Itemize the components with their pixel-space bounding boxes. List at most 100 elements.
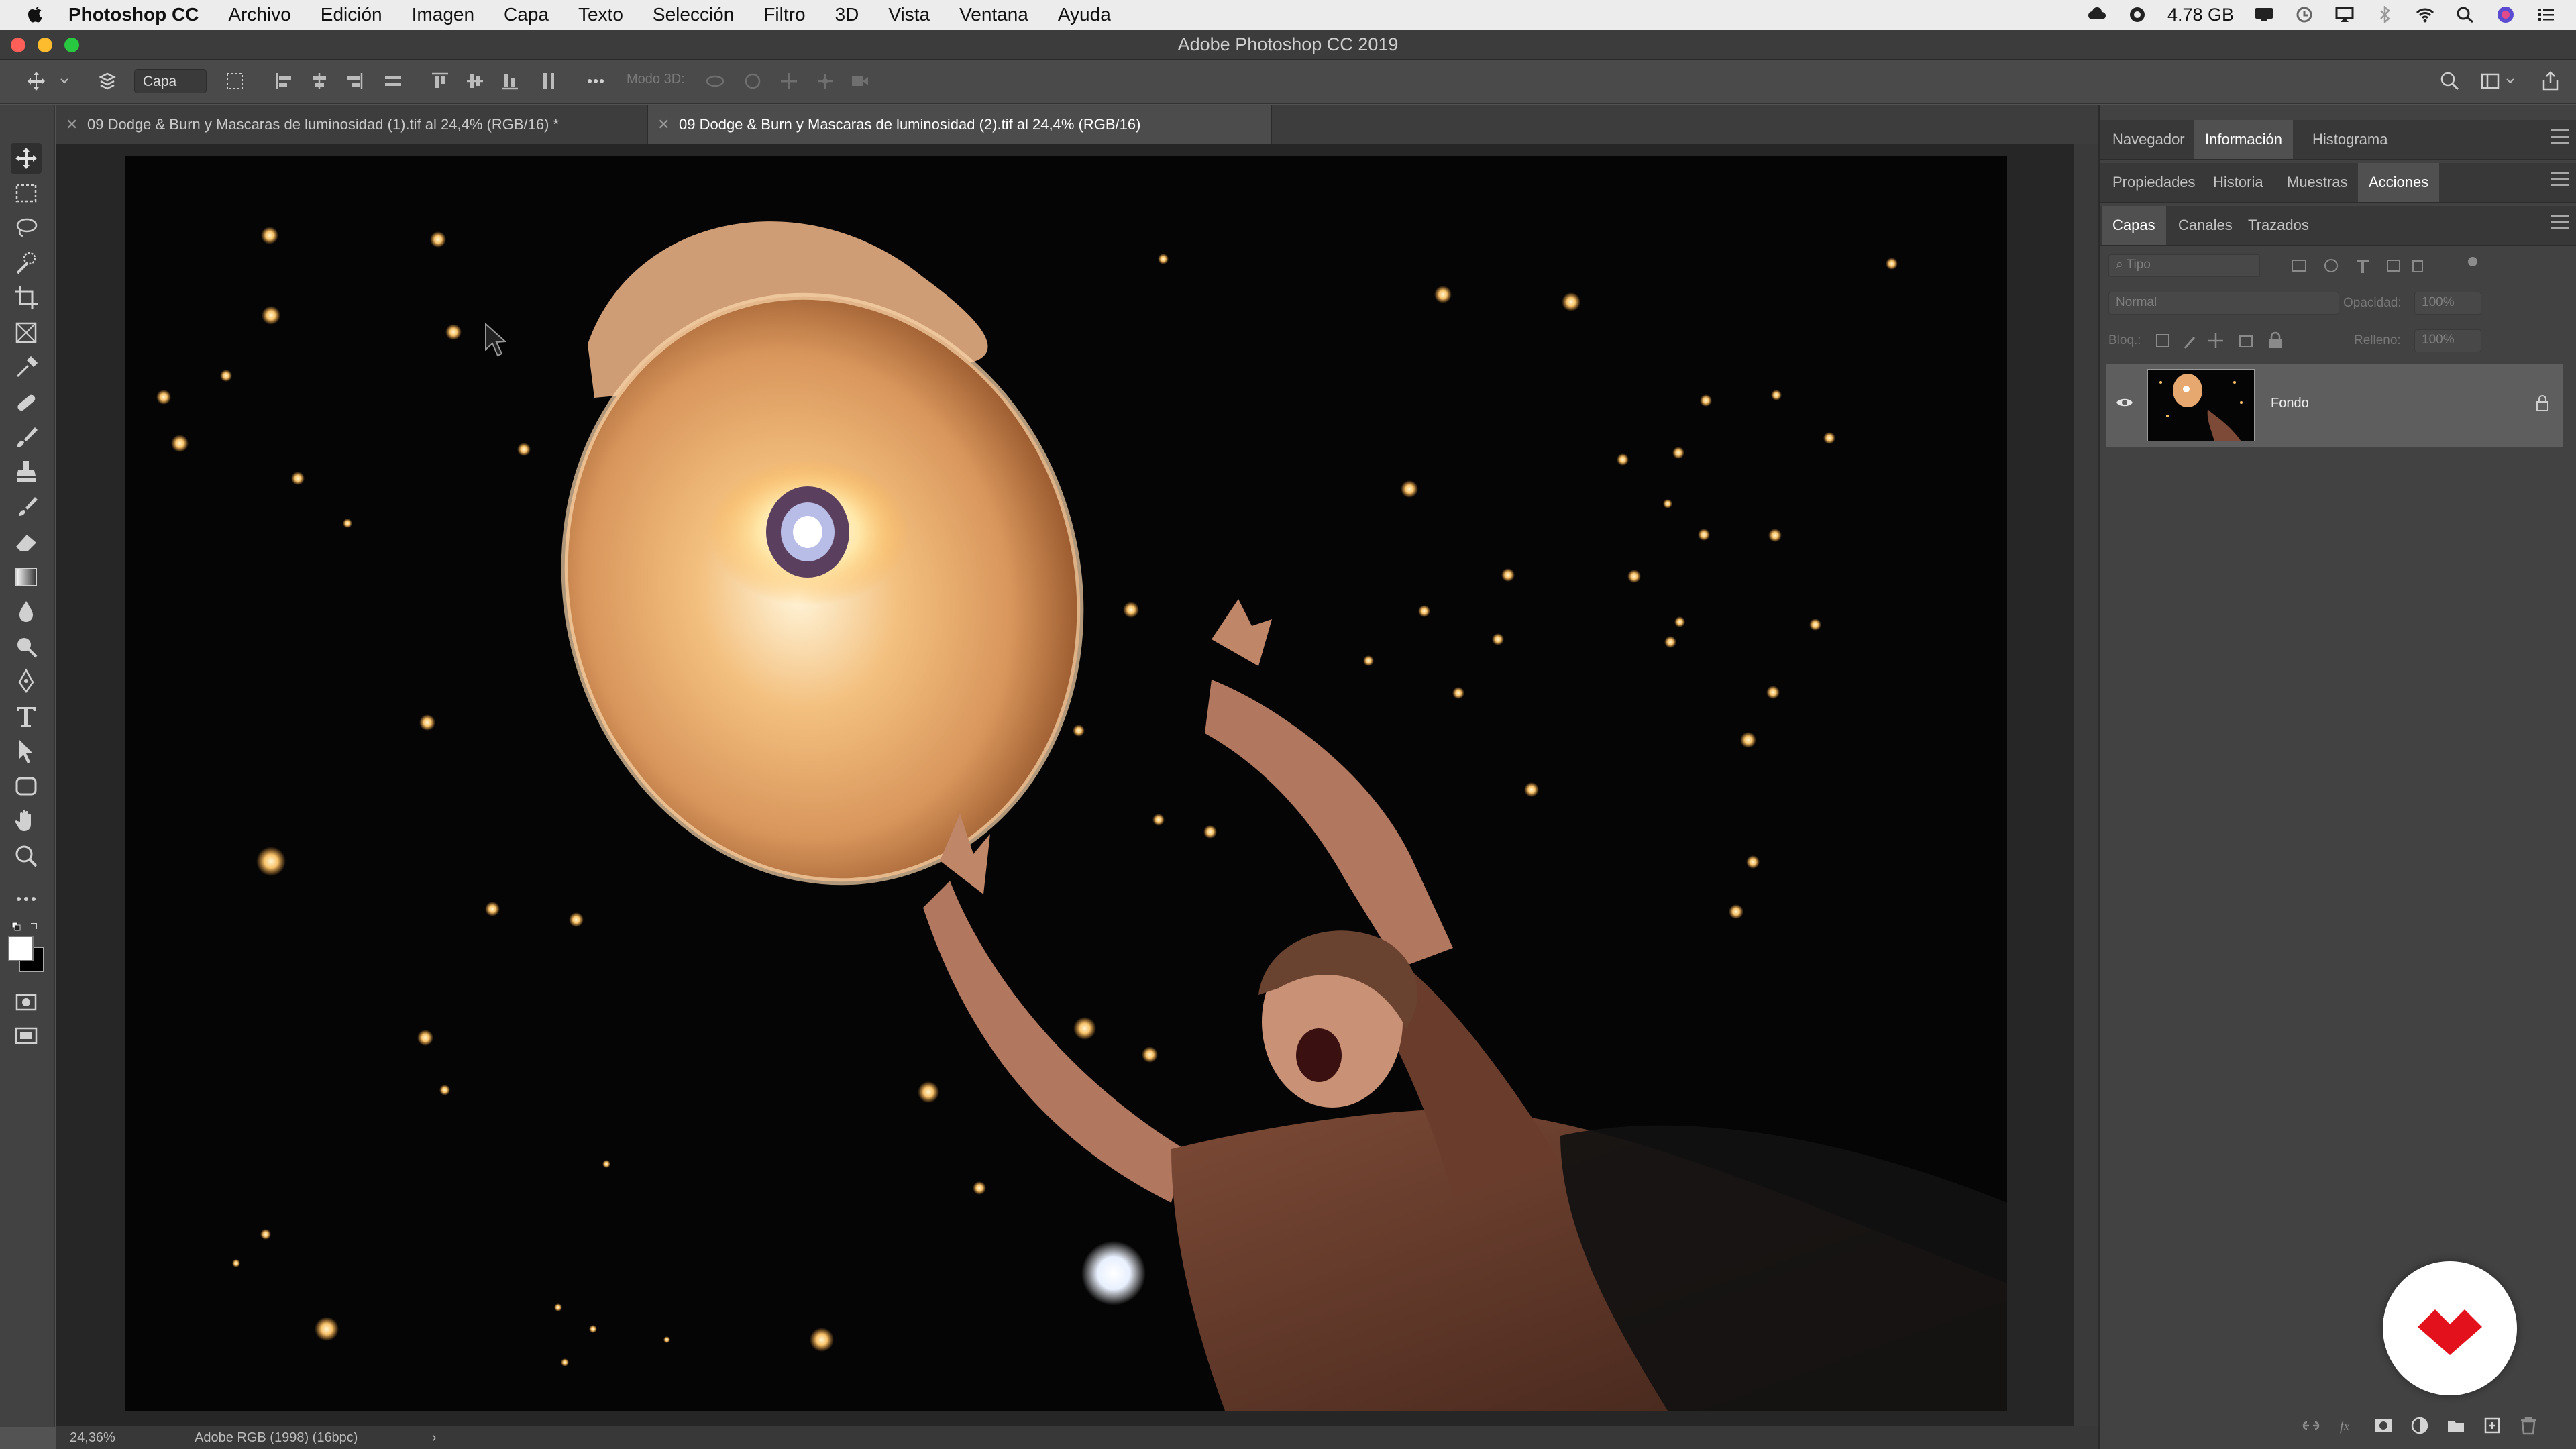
airplay-icon[interactable]: [2334, 6, 2355, 23]
align-bottom-icon[interactable]: [499, 70, 521, 92]
display-icon[interactable]: [2254, 6, 2274, 23]
align-middle-icon[interactable]: [464, 70, 486, 92]
blend-mode-select[interactable]: Normal: [2108, 292, 2339, 315]
dodge-tool[interactable]: [11, 631, 42, 662]
status-menu-arrow[interactable]: ›: [432, 1430, 437, 1446]
panel-menu-icon[interactable]: [2551, 129, 2569, 148]
fill-field[interactable]: 100%: [2414, 329, 2481, 352]
screen-mode-button[interactable]: [11, 1022, 42, 1053]
layer-name[interactable]: Fondo: [2271, 396, 2309, 411]
layer-filter-icons[interactable]: [2290, 257, 2424, 276]
align-right-icon[interactable]: [343, 70, 365, 92]
roll-3d-icon[interactable]: [742, 70, 763, 92]
align-top-icon[interactable]: [429, 70, 451, 92]
notification-center-icon[interactable]: [2536, 6, 2556, 23]
doc-tab-1[interactable]: ✕ 09 Dodge & Burn y Mascaras de luminosi…: [56, 105, 648, 144]
doc-tab-2[interactable]: ✕ 09 Dodge & Burn y Mascaras de luminosi…: [648, 105, 1272, 144]
tab-acciones[interactable]: Acciones: [2358, 163, 2440, 202]
menu-app-name[interactable]: Photoshop CC: [68, 4, 199, 25]
chevron-down-icon[interactable]: [59, 70, 70, 92]
hand-tool[interactable]: [11, 806, 42, 837]
search-icon[interactable]: [2439, 70, 2461, 92]
menu-vista[interactable]: Vista: [888, 4, 930, 25]
memory-gauge-icon[interactable]: [2127, 6, 2147, 23]
more-options-icon[interactable]: [585, 70, 606, 92]
gradient-tool[interactable]: [11, 561, 42, 592]
crop-tool[interactable]: [11, 282, 42, 313]
auto-select-dropdown[interactable]: Capa: [134, 69, 207, 93]
clone-stamp-tool[interactable]: [11, 457, 42, 488]
tab-muestras[interactable]: Muestras: [2276, 163, 2358, 202]
zoom-level[interactable]: 24,36%: [70, 1430, 115, 1446]
auto-select-layers-icon[interactable]: [97, 70, 118, 92]
link-layers-icon[interactable]: [2301, 1415, 2321, 1436]
tab-canales[interactable]: Canales: [2167, 206, 2243, 245]
rectangular-marquee-tool[interactable]: [11, 178, 42, 209]
edit-toolbar-button[interactable]: [11, 883, 42, 914]
align-left-icon[interactable]: [274, 70, 295, 92]
opacity-field[interactable]: 100%: [2414, 292, 2481, 315]
add-mask-icon[interactable]: [2373, 1415, 2394, 1436]
menu-ayuda[interactable]: Ayuda: [1058, 4, 1111, 25]
menu-texto[interactable]: Texto: [578, 4, 623, 25]
menu-edicion[interactable]: Edición: [321, 4, 382, 25]
close-tab-icon[interactable]: ✕: [657, 105, 669, 144]
trash-icon[interactable]: [2518, 1415, 2538, 1436]
spotlight-search-icon[interactable]: [2455, 6, 2475, 23]
vertical-scrollbar[interactable]: [2074, 144, 2098, 1426]
lasso-tool[interactable]: [11, 213, 42, 244]
creative-cloud-icon[interactable]: [2087, 6, 2107, 23]
menu-ventana[interactable]: Ventana: [959, 4, 1028, 25]
move-tool-preset-icon[interactable]: [25, 70, 47, 92]
time-machine-icon[interactable]: [2294, 6, 2314, 23]
blur-tool[interactable]: [11, 596, 42, 627]
menu-imagen[interactable]: Imagen: [412, 4, 474, 25]
foreground-color-swatch[interactable]: [8, 936, 34, 961]
zoom-tool[interactable]: [11, 841, 42, 871]
scale-3d-icon[interactable]: [849, 70, 871, 92]
workspace-dropdown-icon[interactable]: [2505, 70, 2516, 92]
swap-colors-button[interactable]: [11, 914, 42, 934]
tab-historia[interactable]: Historia: [2202, 163, 2274, 202]
lock-icons[interactable]: [2154, 331, 2288, 351]
adjustment-layer-icon[interactable]: [2410, 1415, 2430, 1436]
wifi-icon[interactable]: [2415, 6, 2435, 23]
eyedropper-tool[interactable]: [11, 352, 42, 383]
pan-3d-icon[interactable]: [778, 70, 800, 92]
siri-icon[interactable]: [2496, 6, 2516, 23]
tab-navegador[interactable]: Navegador: [2102, 120, 2196, 159]
new-layer-icon[interactable]: [2482, 1415, 2502, 1436]
slide-3d-icon[interactable]: [814, 70, 836, 92]
workspace-icon[interactable]: [2479, 70, 2501, 92]
bluetooth-icon[interactable]: [2375, 6, 2395, 23]
tab-histograma[interactable]: Histograma: [2302, 120, 2398, 159]
tab-informacion[interactable]: Información: [2194, 120, 2293, 159]
frame-tool[interactable]: [11, 317, 42, 348]
eye-icon[interactable]: [2115, 396, 2134, 409]
new-group-icon[interactable]: [2446, 1415, 2466, 1436]
layer-row[interactable]: Fondo: [2106, 364, 2563, 447]
history-brush-tool[interactable]: [11, 492, 42, 523]
apple-icon[interactable]: [25, 5, 46, 25]
panel-menu-icon[interactable]: [2551, 172, 2569, 191]
quick-mask-button[interactable]: [11, 987, 42, 1018]
pen-tool[interactable]: [11, 666, 42, 697]
panel-menu-icon[interactable]: [2551, 215, 2569, 234]
menu-archivo[interactable]: Archivo: [228, 4, 290, 25]
menu-filtro[interactable]: Filtro: [763, 4, 805, 25]
align-center-icon[interactable]: [309, 70, 330, 92]
menu-3d[interactable]: 3D: [835, 4, 859, 25]
share-icon[interactable]: [2540, 70, 2561, 92]
fx-icon[interactable]: fx: [2337, 1415, 2357, 1436]
move-tool[interactable]: [11, 143, 42, 174]
close-tab-icon[interactable]: ✕: [66, 105, 78, 144]
orbit-3d-icon[interactable]: [704, 70, 726, 92]
type-tool[interactable]: [11, 701, 42, 732]
menu-capa[interactable]: Capa: [504, 4, 549, 25]
transform-controls-icon[interactable]: [224, 70, 246, 92]
filter-toggle-icon[interactable]: [2468, 257, 2477, 266]
tab-propiedades[interactable]: Propiedades: [2102, 163, 2206, 202]
distribute-icon[interactable]: [382, 70, 404, 92]
distribute-vertical-icon[interactable]: [538, 70, 559, 92]
layer-filter-field[interactable]: ⌕ Tipo: [2108, 254, 2260, 277]
